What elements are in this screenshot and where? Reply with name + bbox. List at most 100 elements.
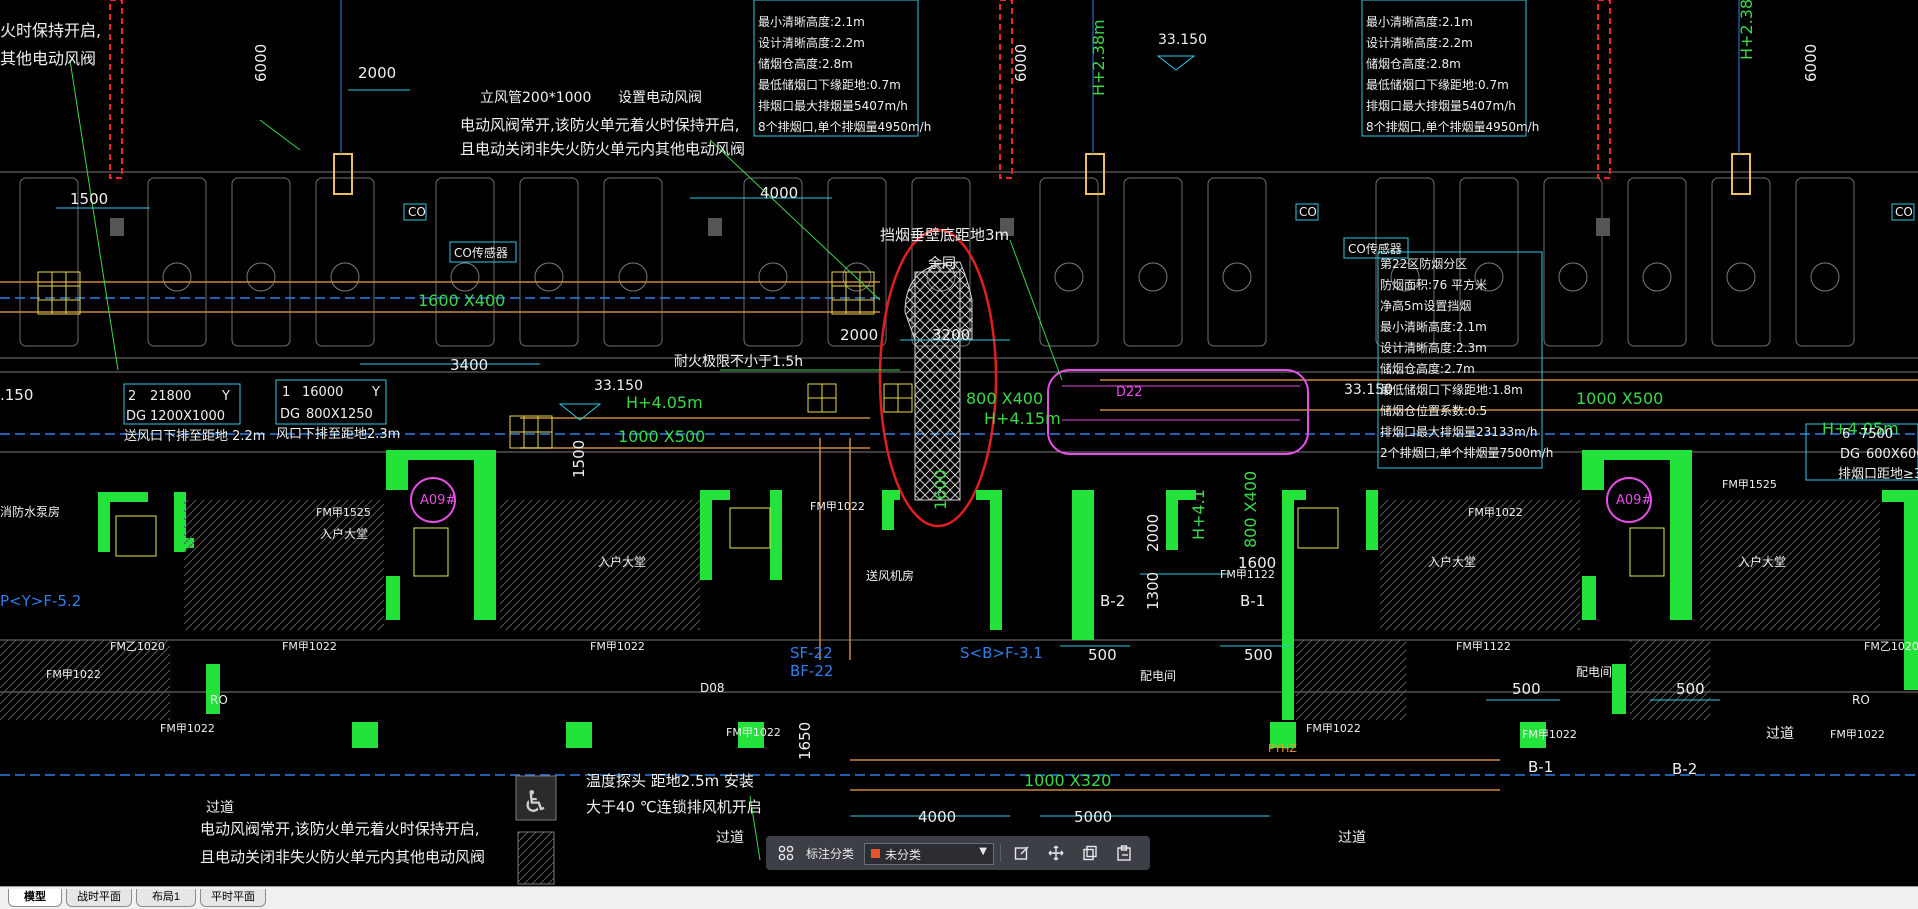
- stair-tag: A09#: [420, 493, 456, 508]
- label-passage: 过道: [1338, 830, 1366, 846]
- door-tag: FM甲1022: [726, 726, 781, 739]
- wall-hatch: [0, 500, 1880, 720]
- door-tag: FM甲1022: [810, 500, 865, 513]
- tag-cell: DG: [280, 407, 300, 422]
- zone-label: B-1: [1528, 758, 1553, 776]
- tab-model[interactable]: 模型: [8, 889, 62, 907]
- duct-size: 800 X400: [966, 389, 1043, 408]
- door-tag: FM甲1022: [160, 722, 215, 735]
- note-valve: 设置电动风阀: [618, 90, 702, 106]
- door-tag: FM甲1022: [1522, 728, 1577, 741]
- copy-icon[interactable]: [1078, 841, 1102, 865]
- zone-label: RO: [210, 693, 228, 707]
- door-tag: FM甲1022: [282, 640, 337, 653]
- door-tag: FM甲1022: [46, 668, 101, 681]
- tag-cell: 风口下排至距地2.3m: [276, 427, 400, 442]
- cad-canvas[interactable]: 火时保持开启, 其他电动风阀 立风管200*1000 设置电动风阀 电动风阀常开…: [0, 0, 1918, 886]
- annotation-toolbar: 标注分类 未分类 ▼: [766, 836, 1150, 870]
- accessible-icon: ♿: [515, 775, 557, 885]
- tag-cell: Y: [371, 385, 380, 400]
- grid-icon[interactable]: [774, 841, 798, 865]
- room-label: 入户大堂: [598, 554, 646, 569]
- tab-wartime-plan[interactable]: 战时平面: [66, 889, 132, 907]
- tag-cell: 送风口下排至距地 2.2m: [124, 429, 265, 444]
- room-label: 入户大堂: [1428, 554, 1476, 569]
- stair-tag: A09#: [1616, 493, 1652, 508]
- tag-cell: 1: [282, 385, 290, 400]
- dim: 6000: [1012, 44, 1030, 82]
- dim: 500: [1512, 680, 1541, 698]
- elevation: 33.150: [1158, 32, 1207, 48]
- tag-cell: 800X1250: [306, 407, 373, 422]
- equipment-tag: S<B>F-3.1: [960, 644, 1043, 662]
- annotation-category-label: 标注分类: [806, 847, 855, 861]
- note-top-left-2: 其他电动风阀: [0, 49, 96, 68]
- table3-row: 排烟口最大排烟量23133m/h: [1380, 425, 1538, 439]
- room-label: 入户大堂: [1738, 554, 1786, 569]
- duct-size: 1600 X400: [418, 291, 505, 310]
- table3-row: 净高5m设置挡烟: [1380, 298, 1471, 313]
- elevation: 33.150: [594, 378, 643, 394]
- door-tag: FM甲1525: [316, 506, 371, 519]
- toolbar-divider: [1000, 844, 1001, 862]
- note-top-left-1: 火时保持开启,: [0, 21, 101, 40]
- dim: 6000: [1802, 44, 1820, 82]
- tag-cell: DG: [1840, 447, 1860, 462]
- zone-tag: D22: [1116, 385, 1143, 400]
- equipment-tag: P<Y>F-5.2: [0, 592, 81, 610]
- category-color-swatch: [871, 849, 880, 858]
- annotation-category-select[interactable]: 未分类 ▼: [864, 843, 994, 865]
- dim: 1500: [70, 190, 108, 208]
- cad-drawing[interactable]: 火时保持开启, 其他电动风阀 立风管200*1000 设置电动风阀 电动风阀常开…: [0, 0, 1918, 886]
- dim: 5000: [1074, 808, 1112, 826]
- table3-row: 第22区防烟分区: [1380, 256, 1467, 271]
- table3-row: 储烟仓高度:2.7m: [1380, 361, 1475, 376]
- elevation: H+4.1: [1189, 489, 1208, 540]
- zone-label: B-1: [1240, 592, 1265, 610]
- door-tag: FM甲1022: [1468, 506, 1523, 519]
- tab-peacetime-plan[interactable]: 平时平面: [200, 889, 266, 907]
- tag-cell: 16000: [302, 385, 343, 400]
- tag-cell: DG: [126, 409, 146, 424]
- table2-row: 最小清晰高度:2.1m: [1366, 14, 1473, 29]
- table2-row: 设计清晰高度:2.2m: [1366, 35, 1473, 50]
- zone-label: D08: [700, 681, 725, 695]
- layout-tab-bar: 模型 战时平面 布局1 平时平面: [0, 886, 1918, 909]
- door-tag: FM甲1122: [1220, 568, 1275, 581]
- door-tag: FM乙1020: [1864, 640, 1918, 653]
- pyhz-label: PYHZ: [1268, 742, 1297, 755]
- note2-line2: 且电动关闭非失火防火单元内其他电动风阀: [200, 848, 485, 866]
- note1-line1: 电动风阀常开,该防火单元着火时保持开启,: [460, 116, 740, 134]
- dim: 6000: [252, 44, 270, 82]
- co-label: CO: [408, 205, 426, 219]
- duct-size: 1600: [931, 469, 950, 510]
- door-tag: FM乙1020: [110, 640, 165, 653]
- dim: 4000: [760, 184, 798, 202]
- tab-layout1[interactable]: 布局1: [136, 889, 196, 907]
- elevation: H+4.15m: [984, 409, 1061, 428]
- ev-charging-icons: [162, 262, 1840, 292]
- chevron-down-icon: ▼: [979, 846, 987, 857]
- table1-row: 设计清晰高度:2.2m: [758, 35, 865, 50]
- risers: [109, 0, 1751, 236]
- paste-icon[interactable]: [1112, 841, 1136, 865]
- note-riser: 立风管200*1000: [480, 90, 591, 106]
- note-fire-rating: 耐火极限不小于1.5h: [674, 354, 803, 370]
- table3-row: 储烟仓位置系数:0.5: [1380, 403, 1487, 418]
- door-tag: FM甲1022: [1830, 728, 1885, 741]
- note-temp-linkage: 大于40 ℃连锁排风机开启: [586, 798, 762, 816]
- move-icon[interactable]: [1044, 841, 1068, 865]
- hatched-duct: [904, 261, 973, 501]
- annotation-category-value: 未分类: [885, 848, 922, 862]
- duct-size: 1000 X500: [1576, 389, 1663, 408]
- tag-cell: 21800: [150, 389, 191, 404]
- table3-row: 最小清晰高度:2.1m: [1380, 319, 1487, 334]
- dim: 2000: [840, 326, 878, 344]
- edit-icon[interactable]: [1010, 841, 1034, 865]
- room-label: 配电间: [1576, 665, 1612, 679]
- note-temp-probe: 温度探头 距地2.5m 安装: [586, 772, 754, 790]
- table1-row: 排烟口最大排烟量5407m/h: [758, 99, 908, 113]
- equipment-tag: BF-22: [790, 662, 833, 680]
- table3-row: 最低储烟口下缘距地:1.8m: [1380, 382, 1523, 397]
- dim: 1500: [570, 440, 588, 478]
